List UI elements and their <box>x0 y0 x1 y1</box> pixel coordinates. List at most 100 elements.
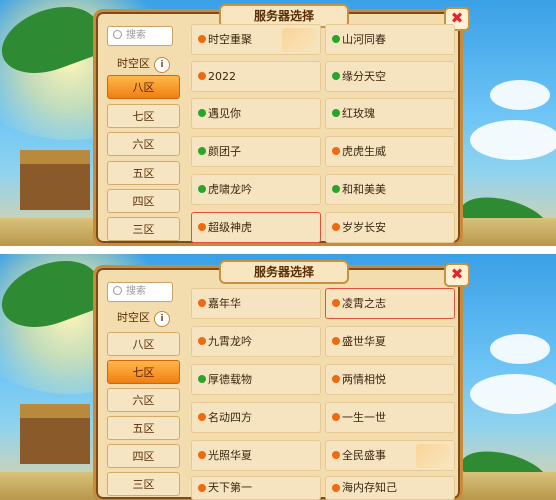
info-icon[interactable]: i <box>154 311 170 327</box>
status-dot <box>332 375 340 383</box>
server-item[interactable]: 时空重聚 <box>191 24 321 55</box>
status-dot <box>198 185 206 193</box>
close-icon: ✖ <box>450 265 464 283</box>
zone-tab-5[interactable]: 五区 <box>107 161 180 185</box>
server-item[interactable]: 嘉年华 <box>191 288 321 319</box>
server-item[interactable]: 两情相悦 <box>325 364 455 395</box>
server-item[interactable]: 全民盛事 <box>325 440 455 471</box>
zone-label: 三区 <box>132 223 155 236</box>
server-item[interactable]: 虎虎生威 <box>325 136 455 167</box>
cloud <box>470 374 556 414</box>
status-dot <box>198 484 206 492</box>
status-dot <box>332 451 340 459</box>
zone-tab-7[interactable]: 七区 <box>107 104 180 128</box>
server-name: 超级神虎 <box>208 221 252 234</box>
zone-label: 八区 <box>132 81 155 94</box>
zone-tab-6[interactable]: 六区 <box>107 388 180 412</box>
server-item[interactable]: 光照华夏 <box>191 440 321 471</box>
server-item-selected[interactable]: 超级神虎 <box>191 212 321 243</box>
server-name: 缘分天空 <box>342 70 386 83</box>
locked-overlay <box>282 28 316 52</box>
server-name: 天下第一 <box>208 481 252 494</box>
search-placeholder: 搜索 <box>126 30 146 41</box>
server-name: 全民盛事 <box>342 449 386 462</box>
server-name: 颜团子 <box>208 145 241 158</box>
server-item[interactable]: 海内存知己 <box>325 476 455 500</box>
status-dot <box>332 185 340 193</box>
server-name: 两情相悦 <box>342 373 386 386</box>
server-name: 和和美美 <box>342 183 386 196</box>
zone-tab-shikong[interactable]: 时空区 i <box>107 52 180 76</box>
zone-tab-7[interactable]: 七区 <box>107 360 180 384</box>
server-item[interactable]: 九霄龙吟 <box>191 326 321 357</box>
status-dot <box>198 35 206 43</box>
zone-label: 八区 <box>132 338 155 351</box>
server-item[interactable]: 缘分天空 <box>325 61 455 92</box>
info-icon[interactable]: i <box>154 57 170 73</box>
server-item[interactable]: 盛世华夏 <box>325 326 455 357</box>
server-item[interactable]: 天下第一 <box>191 476 321 500</box>
dialog-title: 服务器选择 <box>219 260 349 284</box>
zone-label: 时空区 <box>117 311 150 324</box>
close-button[interactable]: ✖ <box>444 263 470 287</box>
search-placeholder: 搜索 <box>126 286 146 297</box>
zone-label: 七区 <box>132 366 155 379</box>
server-item[interactable]: 名动四方 <box>191 402 321 433</box>
server-select-dialog: 服务器选择 ✖ 搜索 时空区 i 八区 七区 六区 五区 四区 三区 嘉年华 凌霄… <box>93 260 470 500</box>
server-item-selected[interactable]: 凌霄之志 <box>325 288 455 319</box>
server-item[interactable]: 红玫瑰 <box>325 98 455 129</box>
status-dot <box>198 147 206 155</box>
zone-label: 七区 <box>132 110 155 123</box>
status-dot <box>332 299 340 307</box>
zone-label: 三区 <box>132 478 155 491</box>
search-input[interactable]: 搜索 <box>107 282 173 302</box>
server-item[interactable]: 一生一世 <box>325 402 455 433</box>
zone-label: 时空区 <box>117 57 150 70</box>
status-dot <box>332 413 340 421</box>
search-input[interactable]: 搜索 <box>107 26 173 46</box>
search-icon <box>113 30 122 39</box>
server-name: 一生一世 <box>342 411 386 424</box>
status-dot <box>198 72 206 80</box>
server-name: 海内存知己 <box>342 481 397 494</box>
zone-tab-4[interactable]: 四区 <box>107 189 180 213</box>
zone-tab-5[interactable]: 五区 <box>107 416 180 440</box>
status-dot <box>198 375 206 383</box>
status-dot <box>332 223 340 231</box>
server-item[interactable]: 和和美美 <box>325 174 455 205</box>
server-item[interactable]: 2022 <box>191 61 321 92</box>
server-name: 虎虎生威 <box>342 145 386 158</box>
server-item[interactable]: 虎啸龙吟 <box>191 174 321 205</box>
zone-label: 五区 <box>132 167 155 180</box>
server-name: 遇见你 <box>208 107 241 120</box>
server-item[interactable]: 颜团子 <box>191 136 321 167</box>
status-dot <box>332 484 340 492</box>
cloud <box>490 334 550 364</box>
zone-label: 六区 <box>132 394 155 407</box>
status-dot <box>198 337 206 345</box>
zone-tab-8[interactable]: 八区 <box>107 75 180 99</box>
server-name: 名动四方 <box>208 411 252 424</box>
server-name: 九霄龙吟 <box>208 335 252 348</box>
screenshot-panel-bottom: 服务器选择 ✖ 搜索 时空区 i 八区 七区 六区 五区 四区 三区 嘉年华 凌霄… <box>0 254 556 500</box>
server-item[interactable]: 厚德载物 <box>191 364 321 395</box>
server-name: 嘉年华 <box>208 297 241 310</box>
server-name: 光照华夏 <box>208 449 252 462</box>
zone-tab-3[interactable]: 三区 <box>107 217 180 241</box>
server-item[interactable]: 岁岁长安 <box>325 212 455 243</box>
status-dot <box>332 337 340 345</box>
status-dot <box>198 299 206 307</box>
zone-label: 五区 <box>132 422 155 435</box>
server-item[interactable]: 山河同春 <box>325 24 455 55</box>
zone-tab-6[interactable]: 六区 <box>107 132 180 156</box>
status-dot <box>198 223 206 231</box>
status-dot <box>198 451 206 459</box>
screenshot-panel-top: 服务器选择 ✖ 搜索 时空区 i 八区 七区 六区 五区 四区 三区 时空重聚 山… <box>0 0 556 246</box>
server-name: 时空重聚 <box>208 33 252 46</box>
server-item[interactable]: 遇见你 <box>191 98 321 129</box>
zone-tab-shikong[interactable]: 时空区 i <box>107 306 180 330</box>
zone-label: 四区 <box>132 450 155 463</box>
zone-tab-3[interactable]: 三区 <box>107 472 180 496</box>
zone-tab-4[interactable]: 四区 <box>107 444 180 468</box>
zone-tab-8[interactable]: 八区 <box>107 332 180 356</box>
